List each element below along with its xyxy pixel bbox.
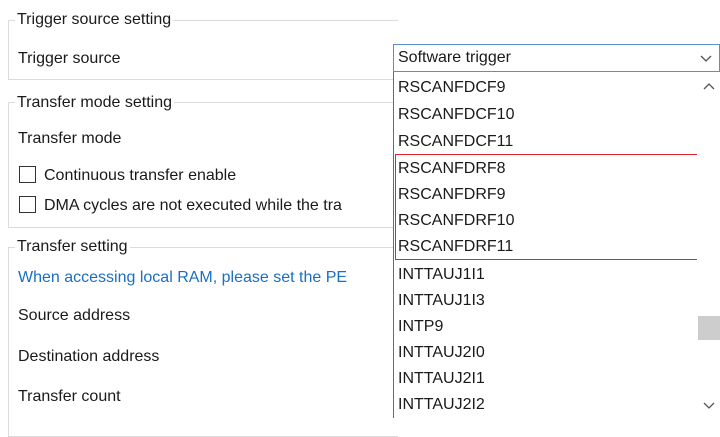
trigger-source-dropdown-list[interactable]: RSCANFDCF9 RSCANFDCF10 RSCANFDCF11 RSCAN…: [393, 72, 720, 418]
local-ram-note-link[interactable]: When accessing local RAM, please set the…: [18, 268, 347, 288]
dma-cycles-label: DMA cycles are not executed while the tr…: [44, 197, 342, 214]
scroll-thumb[interactable]: [698, 316, 720, 340]
list-item[interactable]: RSCANFDCF9: [398, 75, 506, 101]
trigger-source-label: Trigger source: [18, 50, 121, 67]
list-item[interactable]: RSCANFDRF11: [398, 234, 513, 260]
dropdown-scrollbar[interactable]: [697, 72, 720, 418]
continuous-transfer-label: Continuous transfer enable: [44, 167, 237, 184]
list-item[interactable]: INTTAUJ2I1: [398, 366, 485, 392]
list-item[interactable]: INTTAUJ2I0: [398, 340, 485, 366]
scroll-up-button[interactable]: [697, 76, 720, 98]
chevron-down-icon: [703, 402, 715, 409]
trigger-source-combobox[interactable]: Software trigger: [393, 44, 720, 72]
chevron-down-icon[interactable]: [699, 49, 713, 67]
continuous-transfer-checkbox[interactable]: [19, 166, 36, 183]
dma-cycles-checkbox[interactable]: [19, 196, 36, 213]
list-item[interactable]: INTTAUJ1I1: [398, 262, 485, 288]
trigger-source-selected-value: Software trigger: [398, 49, 511, 66]
destination-address-label: Destination address: [18, 348, 160, 365]
scroll-down-button[interactable]: [697, 394, 720, 416]
transfer-count-label: Transfer count: [18, 388, 121, 405]
list-item[interactable]: INTTAUJ1I3: [398, 288, 485, 314]
list-item[interactable]: RSCANFDCF11: [398, 129, 513, 155]
list-item[interactable]: RSCANFDRF9: [398, 182, 506, 208]
list-item[interactable]: INTP9: [398, 314, 443, 340]
list-item[interactable]: INTTAUJ2I2: [398, 392, 485, 418]
list-item[interactable]: RSCANFDRF8: [398, 156, 506, 182]
transfer-mode-label: Transfer mode: [18, 130, 122, 147]
trigger-source-group-title: Trigger source setting: [15, 10, 174, 30]
source-address-label: Source address: [18, 307, 131, 324]
transfer-setting-group-title: Transfer setting: [15, 237, 130, 257]
list-item[interactable]: RSCANFDRF10: [398, 208, 514, 234]
transfer-mode-group-title: Transfer mode setting: [15, 93, 175, 113]
chevron-up-icon: [703, 83, 715, 90]
list-item[interactable]: RSCANFDCF10: [398, 102, 514, 128]
